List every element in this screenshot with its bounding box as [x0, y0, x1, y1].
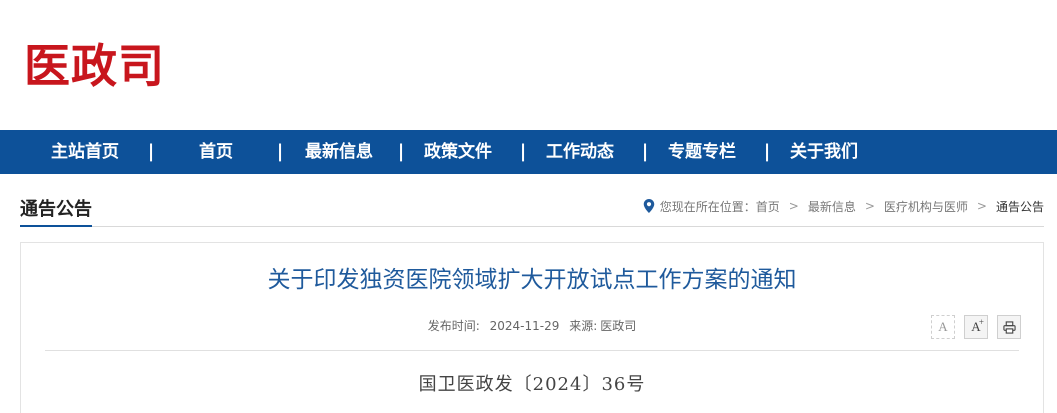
font-decrease-button[interactable]: A — [931, 315, 955, 339]
nav-item-main-home[interactable]: 主站首页 — [48, 130, 122, 174]
font-increase-button[interactable]: A + — [964, 315, 988, 339]
nav-separator: | — [641, 141, 649, 162]
print-button[interactable] — [997, 315, 1021, 339]
main-nav: 主站首页 | 首页 | 最新信息 | 政策文件 | 工作动态 | 专题专栏 | … — [0, 130, 1057, 174]
source-label: 来源: — [569, 319, 598, 333]
breadcrumb-current: 通告公告 — [995, 199, 1044, 214]
chevron-right-icon: > — [788, 199, 799, 213]
nav-item-about[interactable]: 关于我们 — [787, 130, 861, 174]
nav-separator: | — [763, 141, 771, 162]
nav-item-policy[interactable]: 政策文件 — [421, 130, 495, 174]
nav-separator: | — [397, 141, 405, 162]
breadcrumb-prefix: 您现在所在位置： — [659, 199, 756, 214]
nav-item-topics[interactable]: 专题专栏 — [665, 130, 739, 174]
article-meta: 发布时间: 2024-11-29 来源: 医政司 — [21, 317, 1043, 334]
printer-icon — [1002, 320, 1016, 334]
font-decrease-label: A — [938, 319, 948, 334]
article-container: 关于印发独资医院领域扩大开放试点工作方案的通知 发布时间: 2024-11-29… — [20, 242, 1044, 413]
source-value: 医政司 — [600, 319, 637, 333]
article-tools: A A + — [931, 315, 1021, 339]
article-title: 关于印发独资医院领域扩大开放试点工作方案的通知 — [267, 267, 797, 293]
breadcrumb-latest[interactable]: 最新信息 — [808, 198, 856, 215]
document-number: 国卫医政发〔2024〕36号 — [418, 374, 646, 395]
breadcrumb-home[interactable]: 首页 — [756, 198, 780, 215]
breadcrumb: 您现在所在位置： 首页 > 最新信息 > 医疗机构与医师 > 通告公告 — [643, 196, 1044, 216]
site-logo[interactable]: 医政司 — [24, 38, 165, 94]
section-header: 通告公告 您现在所在位置： 首页 > 最新信息 > 医疗机构与医师 > 通告公告 — [20, 196, 1044, 227]
chevron-right-icon: > — [864, 199, 875, 213]
nav-separator: | — [519, 141, 527, 162]
nav-separator: | — [276, 141, 284, 162]
publish-date: 2024-11-29 — [489, 319, 560, 333]
meta-divider — [45, 350, 1019, 351]
section-title: 通告公告 — [20, 198, 92, 227]
nav-item-home[interactable]: 首页 — [188, 130, 244, 174]
location-pin-icon — [643, 199, 654, 213]
chevron-right-icon: > — [976, 199, 987, 213]
font-increase-plus: + — [978, 317, 984, 327]
publish-label: 发布时间: — [427, 319, 480, 333]
breadcrumb-medical-institutions[interactable]: 医疗机构与医师 — [884, 198, 968, 215]
nav-separator: | — [147, 141, 155, 162]
nav-item-latest[interactable]: 最新信息 — [302, 130, 376, 174]
nav-item-work[interactable]: 工作动态 — [543, 130, 617, 174]
